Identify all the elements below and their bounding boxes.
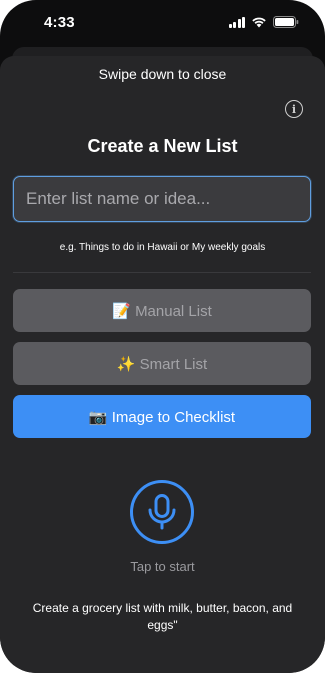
smart-list-label: ✨ Smart List: [116, 355, 208, 373]
manual-list-label: 📝 Manual List: [112, 302, 212, 320]
cellular-signal-icon: [228, 16, 245, 28]
info-icon[interactable]: i: [285, 100, 303, 118]
example-hint: e.g. Things to do in Hawaii or My weekly…: [59, 242, 266, 253]
image-to-checklist-label: 📷 Image to Checklist: [88, 408, 236, 426]
divider: [13, 272, 311, 273]
battery-icon: [273, 16, 299, 28]
sample-prompt: Create a grocery list with milk, butter,…: [32, 601, 293, 632]
smart-list-button[interactable]: ✨ Smart List: [13, 342, 311, 385]
phone-screen: 4:33 Swipe down to close i Create a New …: [0, 0, 325, 673]
swipe-down-hint: Swipe down to close: [98, 66, 227, 82]
tap-to-start-label: Tap to start: [130, 559, 195, 574]
microphone-icon: [148, 494, 176, 530]
image-to-checklist-button[interactable]: 📷 Image to Checklist: [13, 395, 311, 438]
page-title: Create a New List: [87, 136, 238, 156]
list-name-input[interactable]: [13, 176, 311, 222]
manual-list-button[interactable]: 📝 Manual List: [13, 289, 311, 332]
wifi-icon: [251, 16, 267, 28]
status-time: 4:33: [44, 14, 75, 31]
microphone-button[interactable]: [130, 480, 194, 544]
create-list-sheet: Swipe down to close i Create a New List …: [0, 56, 325, 673]
status-bar: 4:33: [0, 0, 325, 46]
status-icons: [228, 16, 300, 28]
